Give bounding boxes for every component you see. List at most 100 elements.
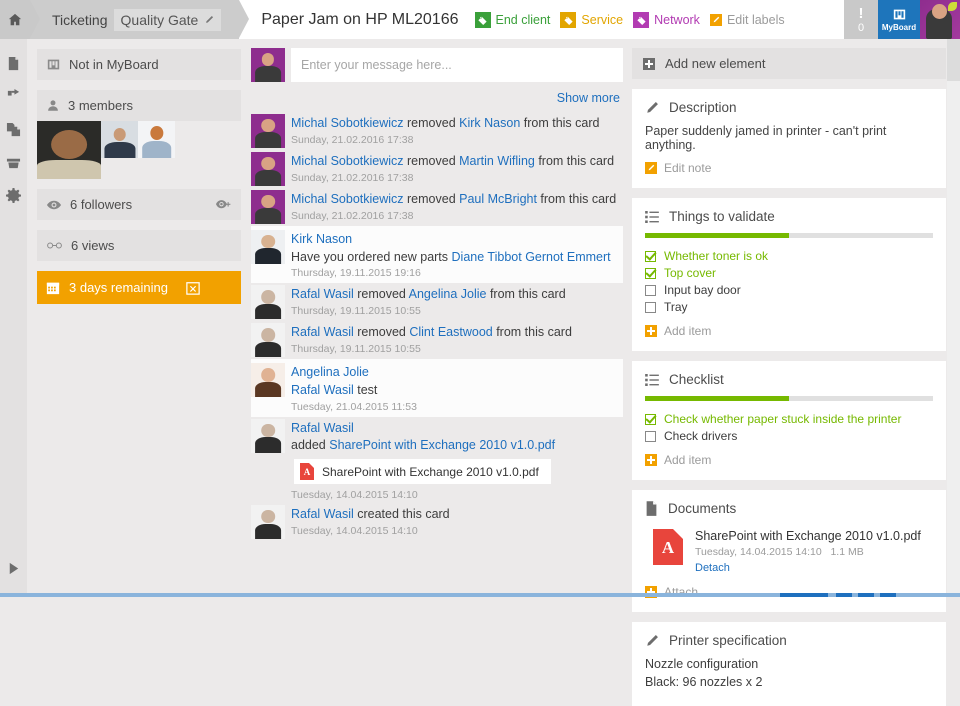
activity-mention-link[interactable]: Paul McBright (459, 192, 537, 206)
rail-item-copy[interactable] (0, 113, 27, 146)
printer-specification-title: Printer specification (669, 633, 787, 648)
document-row[interactable]: A SharePoint with Exchange 2010 v1.0.pdf… (645, 525, 933, 576)
checkbox-checked-icon[interactable] (645, 251, 656, 262)
add-new-element-button[interactable]: Add new element (632, 48, 946, 79)
documents-title: Documents (668, 501, 736, 516)
avatar[interactable] (251, 323, 285, 357)
activity-mention-link[interactable]: Michal Sobotkiewicz (291, 154, 404, 168)
avatar[interactable] (138, 121, 175, 158)
checklist-item[interactable]: Input bay door (645, 283, 933, 297)
checklist-item[interactable]: Check drivers (645, 429, 933, 443)
checklist-item[interactable]: Tray (645, 300, 933, 314)
description-header: Description (645, 100, 933, 115)
activity-mention-link[interactable]: SharePoint with Exchange 2010 v1.0.pdf (329, 438, 555, 452)
followers-label: 6 followers (70, 197, 132, 212)
activity-mention-link[interactable]: Martin Wifling (459, 154, 535, 168)
show-more-link[interactable]: Show more (251, 82, 623, 112)
rail-item-move[interactable] (0, 80, 27, 113)
breadcrumb-item-ticketing[interactable]: Ticketing (52, 12, 108, 28)
page-scrollbar[interactable] (947, 39, 960, 597)
message-input[interactable] (291, 48, 623, 82)
eye-plus-icon[interactable] (216, 199, 231, 210)
rail-item-document[interactable] (0, 47, 27, 80)
activity-item: Michal Sobotkiewicz removed Kirk Nason f… (251, 112, 623, 150)
activity-mention-link[interactable]: Angelina Jolie (409, 287, 487, 301)
documents-header: Documents (645, 501, 933, 516)
breadcrumb-home[interactable] (0, 0, 30, 39)
edit-note-button[interactable]: Edit note (645, 161, 933, 175)
activity-mention-link[interactable]: Kirk Nason (459, 116, 520, 130)
checklist-items: Check whether paper stuck inside the pri… (645, 412, 933, 443)
activity-mention-link[interactable]: Rafal Wasil (291, 325, 354, 339)
activity-author[interactable]: Angelina Jolie (291, 364, 623, 382)
label-service[interactable]: Service (560, 12, 623, 28)
avatar[interactable] (251, 505, 285, 539)
avatar[interactable] (251, 152, 285, 186)
activity-author[interactable]: Rafal Wasil (291, 420, 623, 438)
activity-item: Michal Sobotkiewicz removed Paul McBrigh… (251, 188, 623, 226)
members-row[interactable]: 3 members (37, 90, 241, 121)
activity-mention-link[interactable]: Rafal Wasil (291, 383, 354, 397)
activity-mention-link[interactable]: Michal Sobotkiewicz (291, 192, 404, 206)
checkbox-icon[interactable] (645, 431, 656, 442)
window-bottom-strip (0, 593, 960, 597)
activity-mention-link[interactable]: Rafal Wasil (291, 507, 354, 521)
activity-timestamp: Thursday, 19.11.2015 10:55 (291, 305, 623, 317)
board-status-row[interactable]: Not in MyBoard (37, 49, 241, 80)
detach-link[interactable]: Detach (695, 562, 921, 574)
label-list: End client Service Network Edit labels (475, 0, 845, 39)
avatar[interactable] (251, 114, 285, 148)
user-avatar[interactable] (920, 0, 960, 39)
checkbox-icon[interactable] (645, 285, 656, 296)
checklist-add-item[interactable]: Add item (645, 453, 933, 467)
things-to-validate-add-item[interactable]: Add item (645, 324, 933, 338)
edit-labels-button[interactable]: Edit labels (710, 13, 785, 27)
activity-item: Rafal Wasil removed Clint Eastwood from … (251, 321, 623, 359)
avatar[interactable] (251, 190, 285, 224)
activity-author[interactable]: Kirk Nason (291, 231, 623, 249)
checklist-item[interactable]: Check whether paper stuck inside the pri… (645, 412, 933, 426)
activity-text: Rafal Wasil test (291, 382, 623, 399)
printer-specification-header: Printer specification (645, 633, 933, 648)
pencil-icon (645, 101, 659, 115)
breadcrumb-item-quality-gate[interactable]: Quality Gate (114, 9, 222, 31)
followers-row[interactable]: 6 followers (37, 189, 241, 220)
activity-item: Angelina JolieRafal Wasil testTuesday, 2… (251, 359, 623, 416)
activity-mention-link[interactable]: Michal Sobotkiewicz (291, 116, 404, 130)
calendar-remove-icon[interactable] (186, 281, 200, 295)
checkbox-checked-icon[interactable] (645, 414, 656, 425)
label-network[interactable]: Network (633, 12, 700, 28)
avatar[interactable] (251, 285, 285, 319)
activity-mention-link[interactable]: Rafal Wasil (291, 287, 354, 301)
checklist-item[interactable]: Whether toner is ok (645, 249, 933, 263)
members-label: 3 members (68, 98, 133, 113)
avatar[interactable] (251, 363, 285, 397)
activity-item: Michal Sobotkiewicz removed Martin Wifli… (251, 150, 623, 188)
activity-mention-link[interactable]: Diane Tibbot (452, 250, 522, 264)
checkbox-icon[interactable] (645, 302, 656, 313)
rail-item-archive[interactable] (0, 146, 27, 179)
avatar[interactable] (101, 121, 138, 158)
activity-text-fragment: removed (404, 192, 460, 206)
label-end-client[interactable]: End client (475, 12, 551, 28)
rail-item-settings[interactable] (0, 179, 27, 212)
edit-labels-text: Edit labels (727, 13, 785, 27)
checkbox-checked-icon[interactable] (645, 268, 656, 279)
checklist-item-label: Whether toner is ok (664, 249, 768, 263)
activity-mention-link[interactable]: Gernot Emmert (525, 250, 610, 264)
activity-mention-link[interactable]: Clint Eastwood (409, 325, 492, 339)
move-arrow-icon (6, 89, 21, 104)
checklist-item[interactable]: Top cover (645, 266, 933, 280)
myboard-button[interactable]: MyBoard (878, 0, 920, 39)
alerts-button[interactable]: ! 0 (844, 0, 878, 39)
avatar[interactable] (37, 121, 101, 179)
avatar[interactable] (251, 419, 285, 453)
due-date-row[interactable]: 3 days remaining (37, 271, 241, 304)
label-end-client-text: End client (496, 13, 551, 27)
activity-attachment-chip[interactable]: ASharePoint with Exchange 2010 v1.0.pdf (294, 459, 551, 484)
avatar[interactable] (251, 230, 285, 264)
scrollbar-thumb[interactable] (947, 39, 960, 81)
activity-text-fragment: from this card (520, 116, 599, 130)
rail-expand-button[interactable] (0, 552, 27, 585)
plus-square-icon (645, 454, 657, 466)
